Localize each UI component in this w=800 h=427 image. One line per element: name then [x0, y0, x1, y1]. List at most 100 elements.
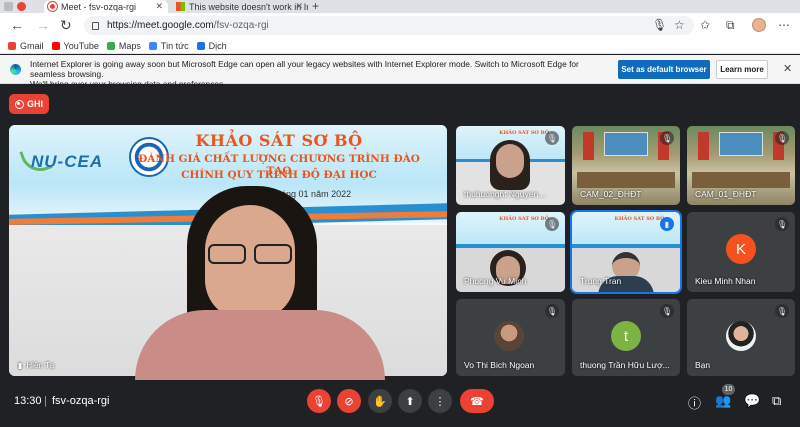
participant-name: Trung Tran [580, 276, 622, 286]
gmail-icon [8, 41, 16, 50]
chat-icon[interactable]: 💬 [744, 393, 760, 409]
participant-avatar: t [611, 321, 641, 351]
news-icon [148, 41, 157, 50]
nucea-logo: NU-CEA [31, 152, 104, 171]
participant-name: Phuong Vu Minh [464, 276, 527, 286]
rec-tab-icon [17, 2, 26, 11]
profile-avatar[interactable] [752, 18, 766, 32]
close-tab-icon[interactable]: ✕ [155, 1, 163, 12]
hang-up-icon: ☎ [470, 395, 484, 408]
tab-ie-warning[interactable]: This website doesn't work in Inte ✕ [172, 0, 308, 13]
slide-subtitle-2: CHÍNH QUY TRÌNH ĐỘ ĐẠI HỌC [181, 169, 377, 181]
address-bar-row: ← → ↻ https://meet.google.com/fsv-ozqa-r… [0, 13, 800, 38]
mic-off-icon: 🎙 [660, 131, 674, 145]
bookmark-news[interactable]: Tin tức [148, 41, 189, 51]
speaker-glasses [206, 244, 294, 266]
more-vert-icon: ⋮ [434, 395, 446, 408]
participant-name: CAM_02_ĐHĐT [580, 189, 642, 199]
meet-favicon-icon [48, 2, 57, 11]
new-tab-button[interactable]: + [312, 0, 319, 13]
participant-tile[interactable]: KHẢO SÁT SƠ BỘ 🎙 thuhuongnt Nguyen... [456, 126, 565, 205]
participant-tile[interactable]: 🎙 Vo Thi Bich Ngoan [456, 299, 565, 376]
info-icon[interactable]: ⓘ [688, 393, 701, 412]
bookmark-youtube[interactable]: YouTube [51, 41, 99, 51]
meeting-code: fsv-ozqa-rgi [52, 395, 110, 407]
recording-badge[interactable]: GHI [9, 94, 49, 114]
participant-tile[interactable]: K 🎙 Kieu Minh Nhan [687, 212, 795, 292]
star-icon[interactable]: ☆ [674, 18, 685, 32]
mic-off-icon: 🎙 [775, 304, 789, 318]
maps-icon [106, 41, 115, 50]
mic-off-icon: 🎙 [545, 217, 559, 231]
learn-more-button[interactable]: Learn more [716, 60, 768, 79]
participant-avatar [494, 321, 524, 351]
speaking-indicator-icon: ▮ [18, 361, 23, 370]
slide-title: KHẢO SÁT SƠ BỘ [195, 131, 363, 150]
participant-name: thuong Trần Hữu Lượ... [580, 360, 670, 370]
participant-tile[interactable]: t 🎙 thuong Trần Hữu Lượ... [572, 299, 680, 376]
set-default-browser-button[interactable]: Set as default browser [618, 60, 710, 79]
url-field[interactable]: https://meet.google.com/fsv-ozqa-rgi [84, 16, 694, 35]
youtube-icon [51, 41, 60, 50]
tab-strip: Meet - fsv-ozqa-rgi ✕ This website doesn… [0, 0, 800, 13]
mic-off-icon: 🎙 [312, 395, 326, 408]
participant-name: CAM_01_ĐHĐT [695, 189, 757, 199]
present-icon: ⬆ [405, 395, 415, 408]
favorites-icon[interactable]: ✩ [700, 18, 710, 32]
leave-call-button[interactable]: ☎ [460, 389, 494, 413]
participant-tile[interactable]: 🎙 CAM_02_ĐHĐT [572, 126, 680, 205]
tab-meet-title: Meet - fsv-ozqa-rgi [61, 1, 137, 12]
url-host: https://meet.google.com [107, 20, 214, 31]
tab-meet[interactable]: Meet - fsv-ozqa-rgi ✕ [44, 0, 168, 13]
present-button[interactable]: ⬆ [398, 389, 422, 413]
participant-tile-active[interactable]: KHẢO SÁT SƠ BỘ ▮ Trung Tran [572, 212, 680, 292]
bookmark-maps[interactable]: Maps [106, 41, 141, 51]
raise-hand-button[interactable]: ✋ [368, 389, 392, 413]
self-tile[interactable]: 🎙 Bạn [687, 299, 795, 376]
people-icon[interactable]: 👥 [715, 393, 731, 409]
participant-count-badge: 10 [722, 384, 735, 395]
hand-icon: ✋ [373, 395, 387, 408]
mic-off-icon: 🎙 [545, 304, 559, 318]
translate-icon [196, 41, 205, 50]
mic-off-icon: 🎙 [775, 217, 789, 231]
back-icon[interactable]: ← [10, 17, 24, 33]
close-banner-icon[interactable]: ✕ [783, 62, 792, 75]
participant-name: Kieu Minh Nhan [695, 276, 756, 286]
menu-icon[interactable]: ⋯ [778, 18, 790, 32]
participant-name: thuhuongnt Nguyen... [464, 189, 546, 199]
edge-logo-icon [10, 64, 21, 75]
mic-off-icon: 🎙 [545, 131, 559, 145]
activities-icon[interactable]: ⧉ [772, 393, 781, 409]
close-tab-icon[interactable]: ✕ [295, 1, 303, 12]
speaker-body [135, 310, 385, 380]
ie-banner-message: Internet Explorer is going away soon but… [30, 59, 579, 89]
main-speaker-name: ▮ Hiền Tạ [18, 361, 55, 370]
tab-actions-icon [4, 2, 13, 11]
bookmark-gmail[interactable]: Gmail [8, 41, 44, 51]
tab-ie-title: This website doesn't work in Inte [189, 1, 308, 12]
participant-tile[interactable]: KHẢO SÁT SƠ BỘ 🎙 Phuong Vu Minh [456, 212, 565, 292]
bookmark-translate[interactable]: Dịch [196, 41, 227, 51]
collections-icon[interactable]: ⧉ [726, 18, 735, 32]
participant-name: Bạn [695, 360, 711, 370]
participant-tile[interactable]: 🎙 CAM_01_ĐHĐT [687, 126, 795, 205]
url-path: /fsv-ozqa-rgi [213, 20, 269, 31]
record-icon [14, 99, 24, 109]
speaking-icon: ▮ [660, 217, 674, 231]
microphone-icon[interactable]: 🎙 [652, 18, 667, 32]
camera-toggle-button[interactable]: ⊘ [337, 389, 361, 413]
forward-icon[interactable]: → [36, 17, 50, 33]
mic-off-icon: 🎙 [775, 131, 789, 145]
participant-avatar: K [726, 234, 756, 264]
bookmarks-bar: Gmail YouTube Maps Tin tức Dịch [0, 38, 800, 54]
reload-icon[interactable]: ↻ [60, 17, 72, 33]
meeting-time: 13:30 [14, 395, 42, 407]
camera-off-icon: ⊘ [344, 395, 354, 408]
ie-mode-banner: Internet Explorer is going away soon but… [0, 55, 800, 89]
separator: | [44, 395, 47, 407]
mic-toggle-button[interactable]: 🎙 [307, 389, 331, 413]
tab-actions[interactable] [0, 0, 30, 13]
more-options-button[interactable]: ⋮ [428, 389, 452, 413]
microsoft-favicon-icon [176, 2, 185, 11]
